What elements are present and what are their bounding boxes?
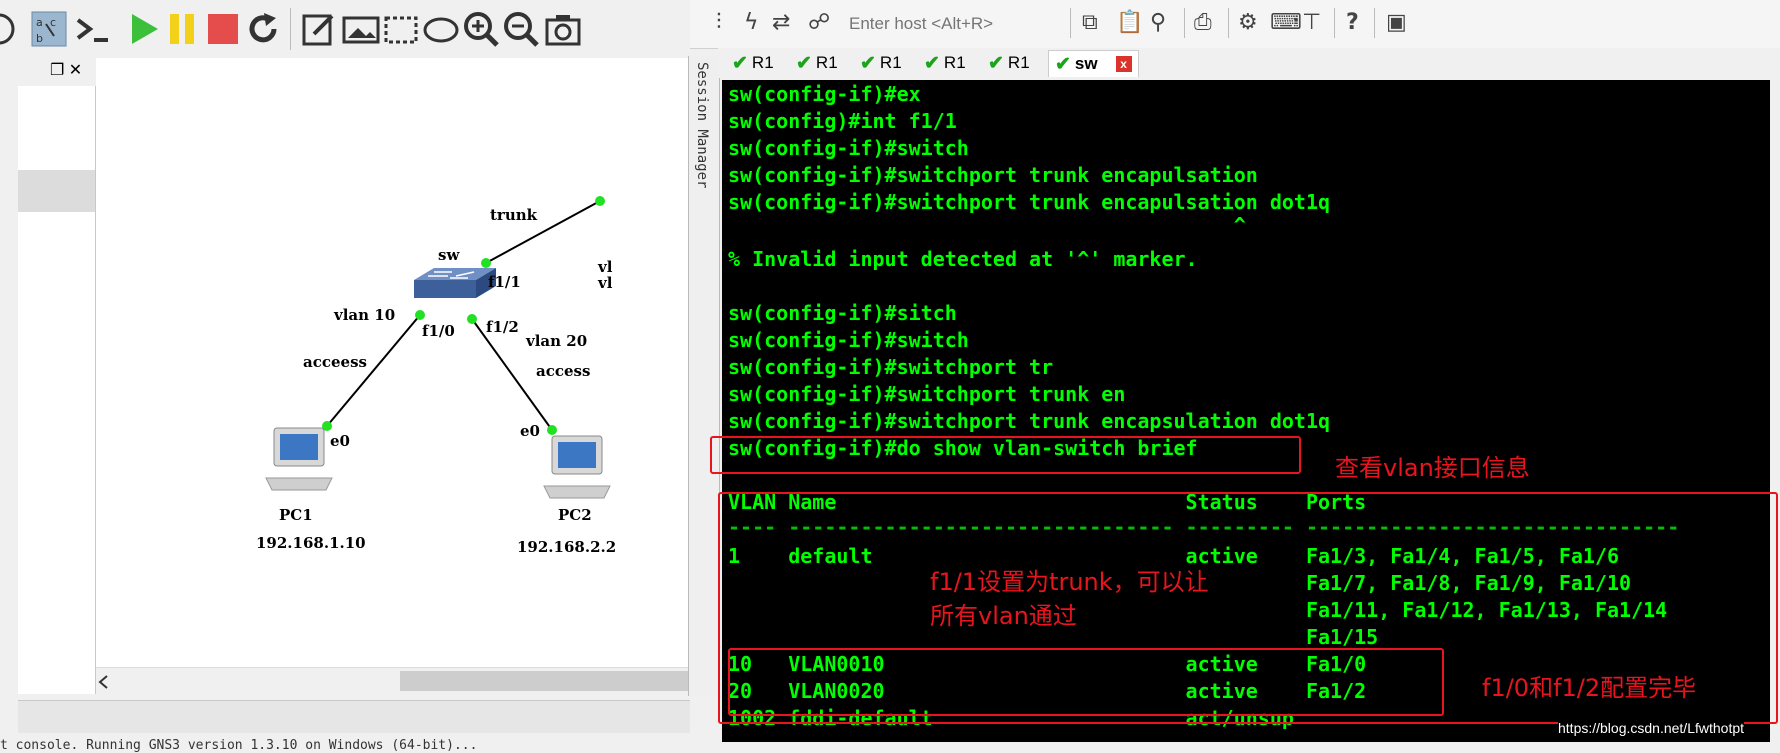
- watermark: https://blog.csdn.net/Lfwthotpt: [1558, 720, 1745, 736]
- device-panel-selected-item[interactable]: [18, 170, 95, 212]
- help-icon[interactable]: ?: [1346, 10, 1359, 35]
- scrollbar-thumb[interactable]: [400, 671, 690, 691]
- terminal-line: % Invalid input detected at '^' marker.: [728, 247, 1198, 271]
- reload-icon[interactable]: [244, 10, 282, 48]
- terminal-line: sw(config-if)#switchport trunk encapsula…: [728, 409, 1331, 433]
- check-icon: ✔: [860, 52, 876, 74]
- gns3-toolbar: acb: [0, 0, 690, 56]
- keymap-icon[interactable]: ⌨: [1270, 10, 1302, 35]
- annotation-trunk-note: f1/1设置为trunk，可以让: [930, 568, 1209, 596]
- trunk-label: trunk: [490, 206, 538, 224]
- vlan10-label: vlan 10: [334, 306, 396, 324]
- terminal-icon[interactable]: [74, 10, 112, 48]
- snapshot-interfaces-icon[interactable]: a cb: [30, 10, 68, 48]
- terminal-line: sw(config-if)#ex: [728, 82, 921, 106]
- panel-header: ❐ ✕: [18, 58, 95, 86]
- annotation-view-vlan: 查看vlan接口信息: [1335, 454, 1530, 482]
- terminal-line: sw(config-if)#switchport trunk encapulsa…: [728, 163, 1258, 187]
- copy-icon[interactable]: ⧉: [1082, 10, 1098, 35]
- svg-text:c: c: [50, 16, 56, 29]
- vlan20-label: vlan 20: [526, 332, 588, 350]
- console-icon[interactable]: [0, 10, 18, 48]
- pc2-icon[interactable]: [543, 435, 611, 499]
- terminal-line: sw(config-if)#switchport trunk en: [728, 382, 1126, 406]
- pause-icon[interactable]: [164, 10, 202, 48]
- annotation-trunk-note: 所有vlan通过: [930, 602, 1077, 630]
- link-status-dot: [467, 314, 477, 324]
- image-icon[interactable]: ▣: [1386, 10, 1407, 35]
- terminal-line: ^: [728, 213, 1246, 237]
- link-status-dot: [481, 258, 491, 268]
- check-icon: ✔: [924, 52, 940, 74]
- session-manager-label[interactable]: Session Manager: [694, 62, 710, 188]
- tab-r1[interactable]: ✔ R1: [988, 50, 1030, 76]
- link-icon[interactable]: ☍: [808, 10, 830, 35]
- annotation-config-done: f1/0和f1/2配置完毕: [1482, 674, 1697, 702]
- tab-r1[interactable]: ✔ R1: [924, 50, 966, 76]
- insert-image-icon[interactable]: [342, 10, 380, 48]
- switch-icon[interactable]: [414, 268, 496, 298]
- svg-text:b: b: [36, 32, 43, 45]
- partial-label: vl: [598, 274, 613, 292]
- scroll-left-icon[interactable]: [96, 674, 112, 690]
- annotation-box-command: [710, 436, 1301, 474]
- terminal-line: sw(config-if)#sitch: [728, 301, 957, 325]
- link-status-dot: [547, 425, 557, 435]
- reconnect-icon[interactable]: ⇄: [772, 10, 790, 35]
- sftp-icon[interactable]: ⊤: [1302, 10, 1321, 35]
- switch-label: sw: [438, 246, 460, 264]
- paste-icon[interactable]: 📋: [1116, 10, 1143, 35]
- settings-icon[interactable]: ⚙: [1238, 10, 1258, 35]
- terminal-line: sw(config-if)#switch: [728, 328, 969, 352]
- draw-ellipse-icon[interactable]: [422, 10, 460, 48]
- link-status-dot: [595, 196, 605, 206]
- check-icon: ✔: [988, 52, 1004, 74]
- console-panel-header: [18, 700, 690, 733]
- pc2-port-label: e0: [520, 422, 540, 440]
- check-icon: ✔: [1055, 53, 1071, 75]
- print-icon[interactable]: ⎙: [1194, 10, 1212, 35]
- pc1-port-label: e0: [330, 432, 350, 450]
- terminal-line: sw(config)#int f1/1: [728, 109, 957, 133]
- tab-r1[interactable]: ✔ R1: [860, 50, 902, 76]
- terminal-line: sw(config-if)#switch: [728, 136, 969, 160]
- stop-icon[interactable]: [204, 10, 242, 48]
- console-text: t console. Running GNS3 version 1.3.10 o…: [0, 738, 478, 753]
- pc1-icon[interactable]: [265, 427, 333, 491]
- access1-label: acceess: [303, 353, 367, 371]
- terminal-line: sw(config-if)#switchport tr: [728, 355, 1054, 379]
- connect-bar-icon[interactable]: ⫶: [716, 10, 722, 35]
- host-input[interactable]: [849, 12, 1064, 36]
- port-label-f12: f1/2: [486, 318, 519, 336]
- tab-r1[interactable]: ✔ R1: [732, 50, 774, 76]
- port-label-f10: f1/0: [422, 322, 455, 340]
- tab-r1[interactable]: ✔ R1: [796, 50, 838, 76]
- pc2-ip: 192.168.2.2: [517, 538, 617, 556]
- pc1-ip: 192.168.1.10: [256, 534, 366, 552]
- check-icon: ✔: [732, 52, 748, 74]
- check-icon: ✔: [796, 52, 812, 74]
- lightning-icon[interactable]: ϟ: [744, 10, 759, 35]
- pc2-name: PC2: [558, 506, 592, 524]
- svg-text:a: a: [36, 16, 43, 29]
- panel-controls[interactable]: ❐ ✕: [50, 60, 82, 80]
- start-icon[interactable]: [126, 10, 164, 48]
- port-label-f11: f1/1: [488, 273, 521, 291]
- access2-label: access: [536, 362, 591, 380]
- add-note-icon[interactable]: [300, 10, 338, 48]
- link-status-dot: [415, 310, 425, 320]
- topology-links: [265, 196, 611, 499]
- draw-rectangle-icon[interactable]: [382, 10, 420, 48]
- zoom-in-icon[interactable]: [462, 10, 500, 48]
- close-tab-icon[interactable]: x: [1115, 56, 1132, 72]
- screenshot-icon[interactable]: [544, 10, 582, 48]
- tab-sw[interactable]: ✔ sw x: [1048, 50, 1139, 77]
- find-icon[interactable]: ⚲: [1150, 10, 1166, 35]
- zoom-out-icon[interactable]: [502, 10, 540, 48]
- pc1-name: PC1: [279, 506, 313, 524]
- topology-canvas[interactable]: trunk sw f1/1 vlan 10 f1/0 f1/2 vlan 20 …: [96, 58, 690, 694]
- annotation-box-vlans: [728, 648, 1444, 716]
